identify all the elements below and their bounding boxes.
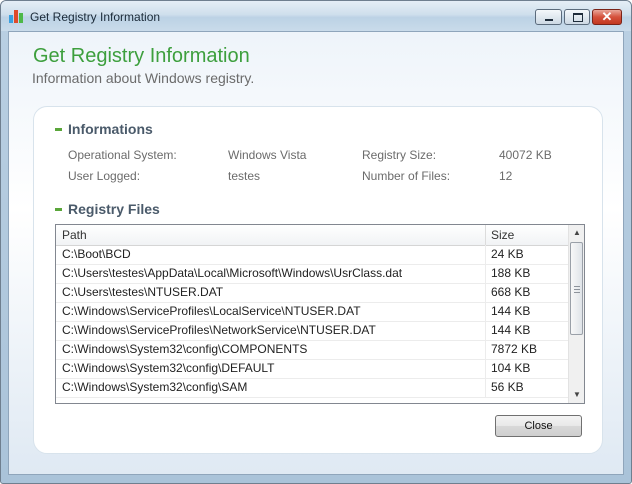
row-path: C:\Windows\System32\config\SAM: [62, 380, 248, 394]
scroll-down-arrow-icon[interactable]: ▼: [569, 387, 584, 403]
minimize-icon: [536, 10, 561, 24]
registry-files-list[interactable]: Path Size C:\Boot\BCD 24 KB C:\Users\tes…: [55, 224, 585, 404]
row-size: 144 KB: [491, 304, 531, 318]
scrollbar-thumb[interactable]: [570, 242, 583, 335]
row-size: 56 KB: [491, 380, 524, 394]
content-panel: Informations Operational System: Windows…: [33, 106, 603, 454]
section-bullet-icon: [55, 208, 62, 211]
maximize-icon: [565, 10, 589, 24]
row-size: 7872 KB: [491, 342, 538, 356]
table-row[interactable]: C:\Boot\BCD 24 KB: [56, 245, 568, 265]
user-logged-label: User Logged:: [68, 169, 141, 183]
row-path: C:\Windows\ServiceProfiles\LocalService\…: [62, 304, 361, 318]
grip-icon: [574, 286, 580, 293]
table-row[interactable]: C:\Windows\ServiceProfiles\LocalService\…: [56, 302, 568, 322]
user-logged-value: testes: [228, 169, 261, 183]
row-size: 144 KB: [491, 323, 531, 337]
column-header-size[interactable]: Size: [491, 228, 514, 242]
close-icon: ✕: [601, 9, 613, 24]
cell-divider: [485, 340, 486, 359]
main-window: Get Registry Information ✕ Get Registry …: [0, 0, 632, 484]
client-area: Get Registry Information Information abo…: [8, 31, 624, 475]
bar-chart-icon: [9, 9, 25, 23]
cell-divider: [485, 321, 486, 340]
table-row[interactable]: C:\Users\testes\AppData\Local\Microsoft\…: [56, 264, 568, 284]
table-row[interactable]: C:\Windows\ServiceProfiles\NetworkServic…: [56, 321, 568, 341]
number-of-files-value: 12: [499, 169, 513, 183]
operational-system-label: Operational System:: [68, 148, 177, 162]
table-row[interactable]: C:\Users\testes\NTUSER.DAT 668 KB: [56, 283, 568, 303]
row-path: C:\Windows\ServiceProfiles\NetworkServic…: [62, 323, 376, 337]
window-title: Get Registry Information: [30, 10, 161, 24]
informations-heading: Informations: [68, 121, 153, 137]
column-divider[interactable]: [485, 225, 486, 245]
row-size: 104 KB: [491, 361, 531, 375]
row-path: C:\Windows\System32\config\DEFAULT: [62, 361, 275, 375]
row-path: C:\Windows\System32\config\COMPONENTS: [62, 342, 308, 356]
number-of-files-label: Number of Files:: [362, 169, 451, 183]
row-size: 668 KB: [491, 285, 531, 299]
window-close-button[interactable]: ✕: [592, 9, 622, 25]
registry-size-label: Registry Size:: [362, 148, 437, 162]
column-header-path[interactable]: Path: [62, 228, 87, 242]
cell-divider: [485, 359, 486, 378]
cell-divider: [485, 264, 486, 283]
vertical-scrollbar[interactable]: ▲ ▼: [568, 225, 584, 403]
cell-divider: [485, 283, 486, 302]
cell-divider: [485, 378, 486, 397]
page-subtitle: Information about Windows registry.: [32, 70, 255, 86]
minimize-button[interactable]: [535, 9, 562, 25]
maximize-button[interactable]: [564, 9, 590, 25]
table-row[interactable]: C:\Windows\System32\config\SAM 56 KB: [56, 378, 568, 398]
row-path: C:\Users\testes\NTUSER.DAT: [62, 285, 224, 299]
row-size: 24 KB: [491, 247, 524, 261]
row-path: C:\Users\testes\AppData\Local\Microsoft\…: [62, 266, 403, 280]
operational-system-value: Windows Vista: [228, 148, 307, 162]
close-button[interactable]: Close: [495, 415, 582, 437]
page-title: Get Registry Information: [33, 45, 250, 67]
table-row[interactable]: C:\Windows\System32\config\DEFAULT 104 K…: [56, 359, 568, 379]
section-bullet-icon: [55, 128, 62, 131]
scroll-up-arrow-icon[interactable]: ▲: [569, 225, 584, 241]
row-size: 188 KB: [491, 266, 531, 280]
registry-size-value: 40072 KB: [499, 148, 552, 162]
registry-files-heading: Registry Files: [68, 201, 160, 217]
cell-divider: [485, 302, 486, 321]
list-header: Path Size: [56, 225, 568, 246]
table-row[interactable]: C:\Windows\System32\config\COMPONENTS 78…: [56, 340, 568, 360]
title-bar[interactable]: Get Registry Information ✕: [1, 1, 631, 31]
row-path: C:\Boot\BCD: [62, 247, 131, 261]
cell-divider: [485, 245, 486, 264]
